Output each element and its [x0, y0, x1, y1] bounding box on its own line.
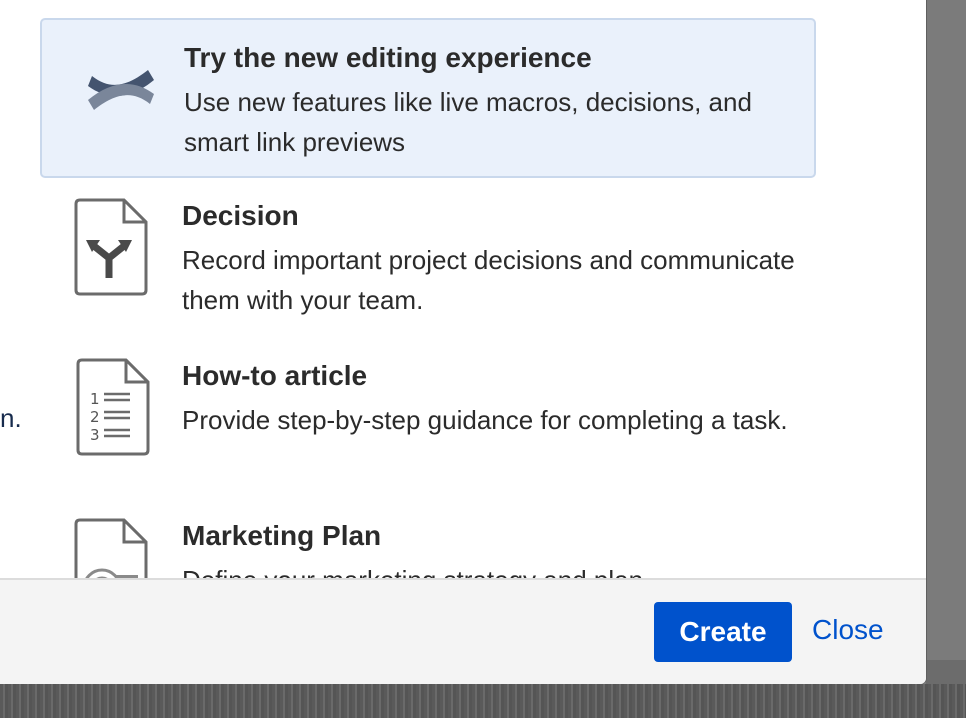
svg-text:2: 2 [90, 408, 100, 426]
left-column-partial-text: n. [0, 403, 22, 433]
decision-document-icon [72, 198, 152, 298]
create-dialog: n. Try the new editing experience Use ne… [0, 0, 926, 684]
template-item-how-to-article[interactable]: 1 2 3 How-to article Provide step-by-ste… [40, 338, 816, 498]
numbered-list-document-icon: 1 2 3 [72, 358, 152, 458]
template-title: Try the new editing experience [184, 42, 592, 73]
template-description: Use new features like live macros, decis… [184, 87, 752, 157]
template-description: Provide step-by-step guidance for comple… [182, 405, 788, 435]
template-title: How-to article [182, 360, 368, 391]
dialog-footer: Create Close [0, 578, 926, 684]
template-description: Define your marketing strategy and plan [182, 560, 802, 578]
template-item-marketing-plan[interactable]: Marketing Plan Define your marketing str… [40, 498, 816, 578]
template-item-decision[interactable]: Decision Record important project decisi… [40, 178, 816, 338]
create-button[interactable]: Create [654, 602, 792, 662]
template-title: Decision [182, 200, 299, 231]
svg-text:3: 3 [90, 426, 100, 444]
svg-text:1: 1 [90, 390, 100, 408]
marketing-plan-document-icon [72, 518, 152, 578]
template-list[interactable]: Try the new editing experience Use new f… [40, 18, 816, 578]
template-description: Record important project decisions and c… [182, 245, 795, 315]
template-title: Marketing Plan [182, 520, 382, 551]
backdrop [0, 684, 966, 718]
template-item-new-editing-experience[interactable]: Try the new editing experience Use new f… [40, 18, 816, 178]
confluence-logo-icon [74, 40, 154, 140]
close-link[interactable]: Close [812, 614, 884, 646]
backdrop-strip [926, 660, 966, 684]
